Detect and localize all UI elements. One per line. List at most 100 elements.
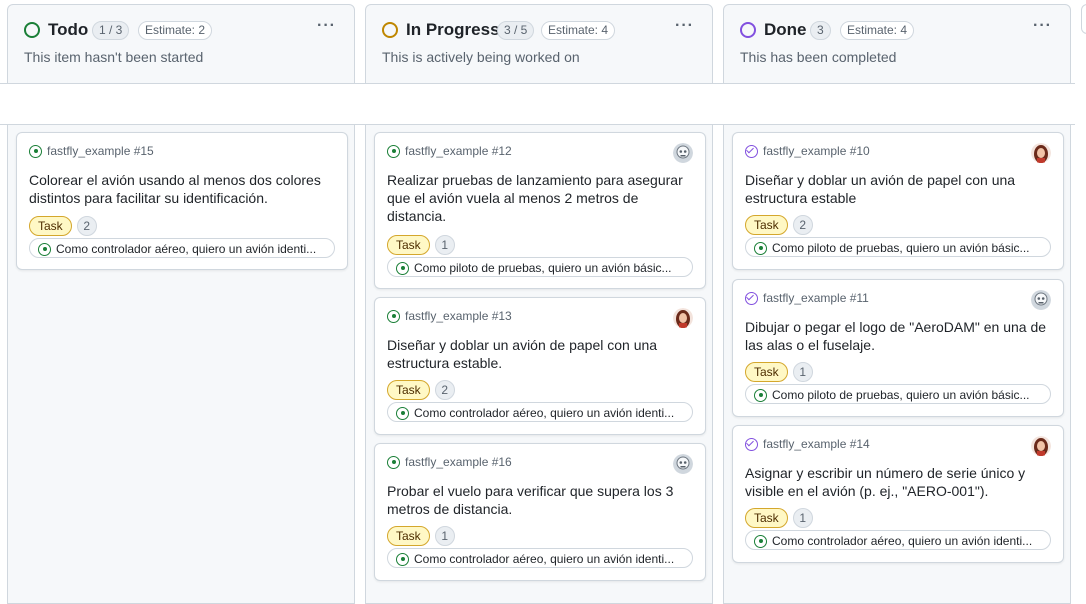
in-progress-status-icon	[382, 22, 398, 38]
card-labels: Task 2	[387, 380, 455, 400]
item-count-badge: 1 / 3	[92, 21, 130, 40]
task-label[interactable]: Task	[387, 235, 430, 255]
assignee-avatar[interactable]	[1031, 436, 1051, 456]
open-issue-icon	[38, 242, 51, 256]
card-labels: Task 1	[387, 235, 455, 255]
column-header: Todo 1 / 3 Estimate: 2 ··· This item has…	[8, 5, 354, 83]
issue-card[interactable]: fastfly_example #10 Diseñar y doblar un a…	[732, 132, 1064, 270]
task-label[interactable]: Task	[29, 216, 72, 236]
column-menu-button[interactable]: ···	[675, 17, 694, 35]
issue-title[interactable]: Dibujar o pegar el logo de "AeroDAM" en …	[745, 318, 1051, 354]
task-label[interactable]: Task	[745, 362, 788, 382]
card-labels: Task 1	[387, 526, 455, 546]
issue-card[interactable]: fastfly_example #15 Colorear el avión usa…	[16, 132, 348, 270]
todo-status-icon	[24, 22, 40, 38]
column-menu-button[interactable]: ···	[317, 17, 336, 35]
issue-reference[interactable]: fastfly_example #15	[29, 144, 154, 158]
issue-ref-text: fastfly_example #12	[405, 144, 512, 158]
item-count-badge: 3	[810, 21, 831, 40]
issue-card[interactable]: fastfly_example #13 Diseñar y doblar un a…	[374, 297, 706, 435]
estimate-badge: Estimate: 4	[541, 21, 616, 40]
column-title: Todo	[48, 20, 89, 39]
column-header: Done 3 Estimate: 4 ··· This has been com…	[724, 5, 1070, 83]
issue-ref-text: fastfly_example #16	[405, 455, 512, 469]
issue-reference[interactable]: fastfly_example #13	[387, 309, 512, 323]
card-labels: Task 1	[745, 362, 813, 382]
open-issue-icon	[387, 309, 400, 323]
card-labels: Task 2	[29, 216, 97, 236]
estimate-badge: Estimate: 2	[138, 21, 213, 40]
issue-title[interactable]: Diseñar y doblar un avión de papel con u…	[745, 171, 1051, 207]
task-label[interactable]: Task	[745, 508, 788, 528]
task-label[interactable]: Task	[387, 380, 430, 400]
parent-issue-link[interactable]: Como controlador aéreo, quiero un avión …	[745, 530, 1051, 550]
issue-reference[interactable]: fastfly_example #14	[745, 437, 870, 451]
open-issue-icon	[754, 388, 767, 402]
open-issue-icon	[396, 406, 409, 420]
column-title: In Progress	[406, 20, 500, 39]
issue-reference[interactable]: fastfly_example #16	[387, 455, 512, 469]
column-menu-button[interactable]: ···	[1033, 17, 1052, 35]
parent-issue-link[interactable]: Como piloto de pruebas, quiero un avión …	[745, 237, 1051, 257]
estimate-badge: Estimate: 4	[840, 21, 915, 40]
issue-title[interactable]: Realizar pruebas de lanzamiento para ase…	[387, 171, 693, 225]
assignee-avatar[interactable]	[1031, 143, 1051, 163]
assignee-avatar[interactable]	[673, 454, 693, 474]
issue-ref-text: fastfly_example #13	[405, 309, 512, 323]
done-status-icon	[740, 22, 756, 38]
closed-issue-icon	[745, 144, 758, 158]
group-header-band	[0, 83, 1075, 125]
column-title: Done	[764, 20, 807, 39]
issue-reference[interactable]: fastfly_example #12	[387, 144, 512, 158]
issue-card[interactable]: fastfly_example #16 Probar el vuelo para …	[374, 443, 706, 581]
parent-issue-text: Como controlador aéreo, quiero un avión …	[414, 406, 675, 420]
open-issue-icon	[396, 552, 409, 566]
points-badge: 1	[792, 362, 813, 382]
next-column-edge[interactable]	[1081, 4, 1086, 34]
issue-title[interactable]: Diseñar y doblar un avión de papel con u…	[387, 336, 693, 372]
assignee-avatar[interactable]	[1031, 290, 1051, 310]
issue-card[interactable]: fastfly_example #12 Realizar pruebas de l…	[374, 132, 706, 289]
issue-reference[interactable]: fastfly_example #11	[745, 291, 869, 305]
column-description: This item hasn't been started	[24, 49, 204, 65]
parent-issue-text: Como controlador aéreo, quiero un avión …	[414, 552, 675, 566]
issue-title[interactable]: Probar el vuelo para verificar que super…	[387, 482, 693, 518]
closed-issue-icon	[745, 437, 758, 451]
column-description: This is actively being worked on	[382, 49, 580, 65]
parent-issue-link[interactable]: Como piloto de pruebas, quiero un avión …	[387, 257, 693, 277]
issue-card[interactable]: fastfly_example #14 Asignar y escribir un…	[732, 425, 1064, 563]
assignee-avatar[interactable]	[673, 308, 693, 328]
issue-title[interactable]: Colorear el avión usando al menos dos co…	[29, 171, 335, 207]
card-labels: Task 2	[745, 215, 813, 235]
points-badge: 2	[76, 216, 97, 236]
task-label[interactable]: Task	[745, 215, 788, 235]
points-badge: 1	[792, 508, 813, 528]
issue-title[interactable]: Asignar y escribir un número de serie ún…	[745, 464, 1051, 500]
parent-issue-link[interactable]: Como controlador aéreo, quiero un avión …	[387, 402, 693, 422]
open-issue-icon	[396, 261, 409, 275]
parent-issue-text: Como controlador aéreo, quiero un avión …	[772, 534, 1033, 548]
open-issue-icon	[29, 144, 42, 158]
parent-issue-link[interactable]: Como controlador aéreo, quiero un avión …	[387, 548, 693, 568]
open-issue-icon	[754, 241, 767, 255]
parent-issue-link[interactable]: Como piloto de pruebas, quiero un avión …	[745, 384, 1051, 404]
parent-issue-text: Como piloto de pruebas, quiero un avión …	[414, 261, 672, 275]
column-header: In Progress 3 / 5 Estimate: 4 ··· This i…	[366, 5, 712, 83]
open-issue-icon	[754, 534, 767, 548]
parent-issue-text: Como piloto de pruebas, quiero un avión …	[772, 241, 1030, 255]
issue-ref-text: fastfly_example #11	[763, 291, 869, 305]
issue-card[interactable]: fastfly_example #11 Dibujar o pegar el lo…	[732, 279, 1064, 417]
open-issue-icon	[387, 144, 400, 158]
points-badge: 2	[434, 380, 455, 400]
column-description: This has been completed	[740, 49, 897, 65]
issue-reference[interactable]: fastfly_example #10	[745, 144, 870, 158]
issue-ref-text: fastfly_example #15	[47, 144, 154, 158]
points-badge: 1	[434, 526, 455, 546]
open-issue-icon	[387, 455, 400, 469]
issue-ref-text: fastfly_example #14	[763, 437, 870, 451]
task-label[interactable]: Task	[387, 526, 430, 546]
assignee-avatar[interactable]	[673, 143, 693, 163]
points-badge: 1	[434, 235, 455, 255]
closed-issue-icon	[745, 291, 758, 305]
parent-issue-link[interactable]: Como controlador aéreo, quiero un avión …	[29, 238, 335, 258]
